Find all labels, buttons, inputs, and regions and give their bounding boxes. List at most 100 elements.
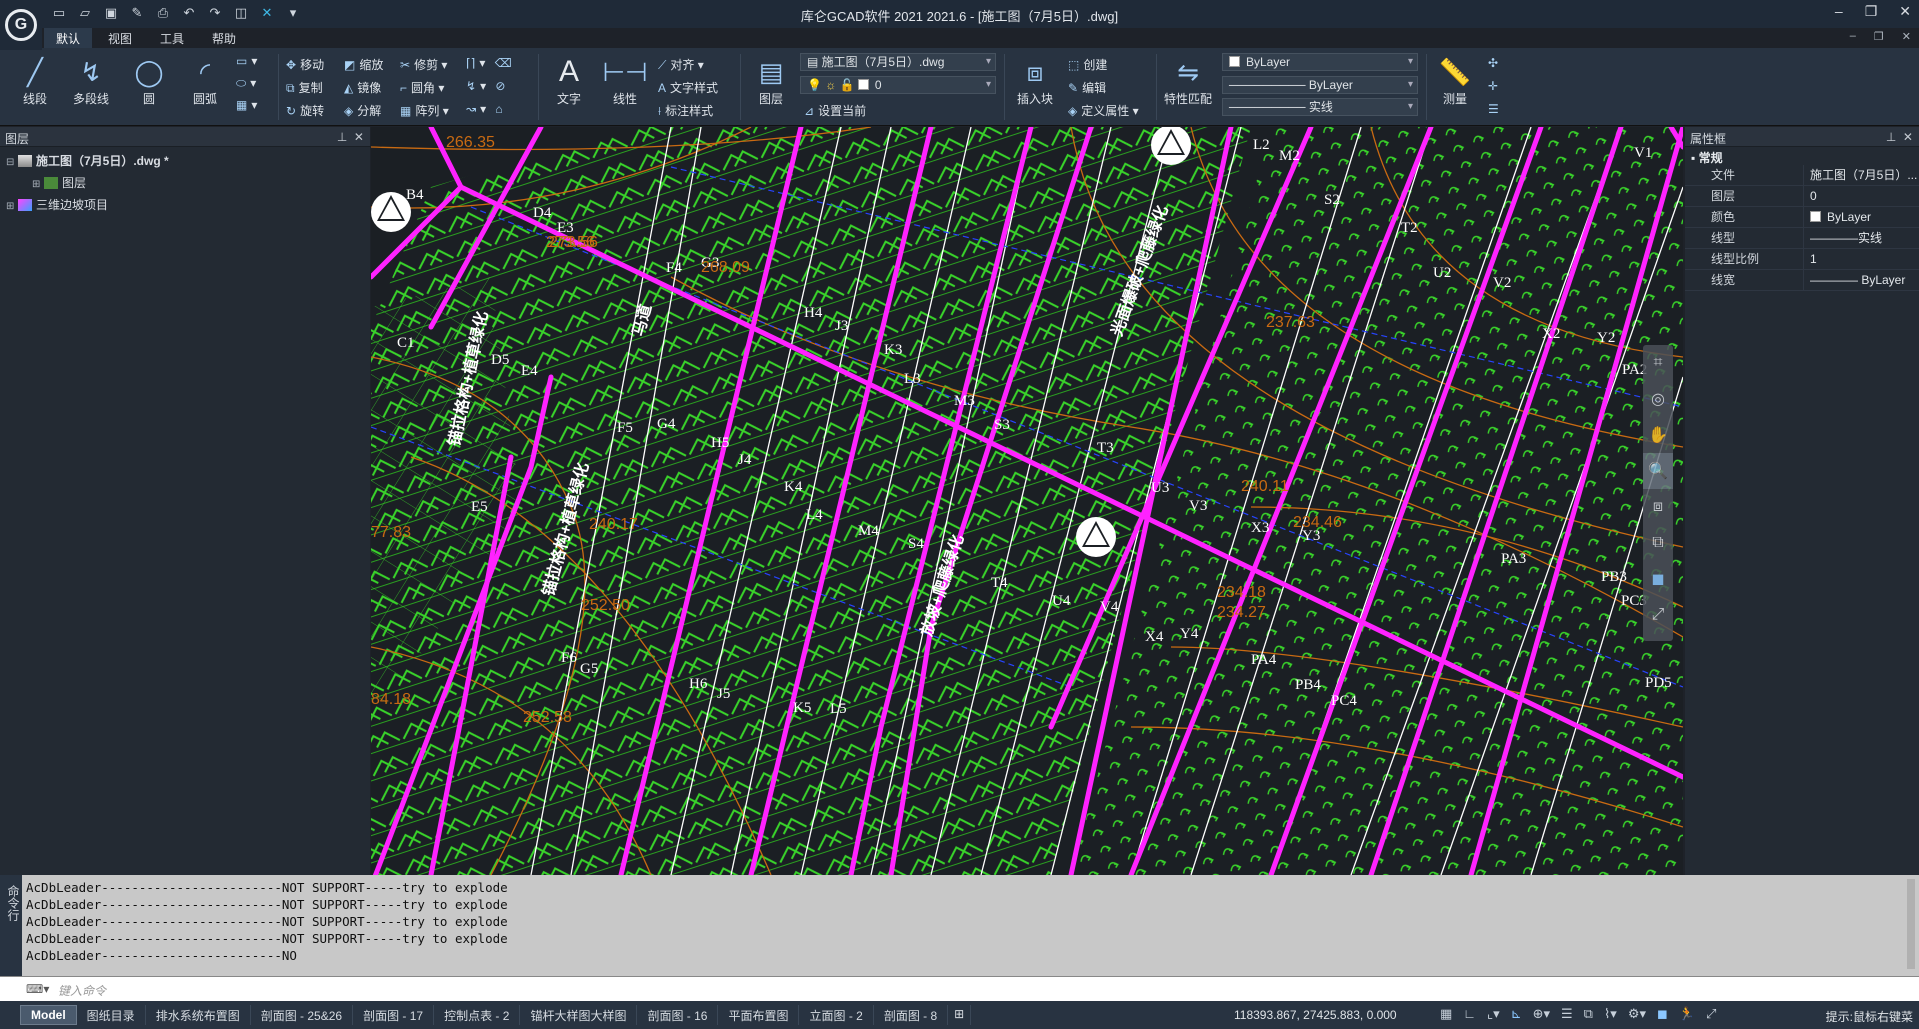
run-icon[interactable]: 🏃 [1679, 1006, 1695, 1022]
isolate-icon[interactable]: ◼ [1657, 1006, 1668, 1022]
app-logo[interactable]: G [0, 0, 42, 50]
cad-drawing[interactable]: B4D4E3F4 G3H4J3K3L3M3L2M2S2T2U2V2X2 Y2V1C1… [371, 127, 1683, 875]
measure-button[interactable]: 📏 测量 [1430, 54, 1480, 107]
layout-tab[interactable]: 剖面图 - 16 [637, 1005, 719, 1025]
close-icon[interactable]: ✕ [1899, 3, 1911, 20]
mirror-button[interactable]: ◭ 镜像 [344, 79, 381, 96]
command-history[interactable]: 命令行 AcDbLeader------------------------NO… [0, 875, 1919, 976]
linetype-combo[interactable]: ───────── ByLayer [1222, 76, 1418, 94]
prop-row-file[interactable]: 文件 施工图（7月5日）... [1685, 165, 1919, 186]
close-file-icon[interactable]: ✕ [258, 4, 276, 22]
tab-help[interactable]: 帮助 [200, 28, 248, 48]
tab-model[interactable]: Model [20, 1005, 77, 1025]
nav-steering-wheel-icon[interactable]: ◎ [1643, 381, 1673, 417]
layout-tab[interactable]: 立面图 - 2 [799, 1005, 874, 1025]
nav-zoom-icon[interactable]: 🔍 [1643, 453, 1673, 489]
layout-tab[interactable]: 剖面图 - 25&26 [251, 1005, 354, 1025]
redo-icon[interactable]: ↷ [206, 4, 224, 22]
move-button[interactable]: ✥ 移动 [286, 56, 324, 73]
tree-item-3d-slope[interactable]: ⊞ 三维边坡项目 [6, 195, 364, 217]
layout-tab[interactable]: 剖面图 - 17 [353, 1005, 435, 1025]
scale-button[interactable]: ◩ 缩放 [344, 56, 383, 73]
prop-row-linetype-scale[interactable]: 线型比例 1 [1685, 249, 1919, 270]
nav-pan-icon[interactable]: ✋ [1643, 417, 1673, 453]
prop-row-linetype[interactable]: 线型 ————实线 [1685, 228, 1919, 249]
command-scrollbar[interactable] [1907, 879, 1915, 969]
explode-button[interactable]: ◈ 分解 [344, 102, 381, 119]
circle-button[interactable]: ◯ 圆 [124, 54, 174, 107]
arc-button[interactable]: ◜ 圆弧 [180, 54, 230, 107]
drawing-canvas[interactable]: B4 D4 E3 F4 G3 H4 J3 K3 L3 M3 L2 M2 S2 T2 U2 V2 X2 Y2 V1 C1… [371, 127, 1683, 875]
fullscreen-icon[interactable]: ⤢ [1706, 1006, 1716, 1022]
offset-icon[interactable]: ↯ ▾ ⊘ [466, 79, 509, 93]
doc-close-icon[interactable]: ✕ [1902, 30, 1911, 43]
utility-icon-1[interactable]: ✣ [1488, 56, 1502, 70]
prop-row-layer[interactable]: 图层 0 [1685, 186, 1919, 207]
expand-icon[interactable]: ⊞ [32, 175, 44, 195]
panel-pin-close-icons[interactable]: ⊥ ✕ [1886, 130, 1913, 144]
text-style-button[interactable]: A 文字样式 [658, 79, 718, 96]
command-prompt-icon[interactable]: ⌨▾ [26, 982, 49, 996]
dim-style-button[interactable]: ⟊ 标注样式 [658, 102, 713, 119]
save-icon[interactable]: ▣ [102, 4, 120, 22]
panel-pin-close-icons[interactable]: ⊥ ✕ [337, 130, 364, 144]
ellipse-icon[interactable]: ⬭ ▾ [236, 76, 256, 91]
join-icon[interactable]: ↝ ▾ ⌂ [466, 102, 507, 116]
current-layer-combo[interactable]: 💡 ☼ 🔓 0 [800, 76, 996, 94]
expand-icon[interactable]: ⊞ [6, 197, 18, 217]
settings-gear-icon[interactable]: ⚙▾ [1628, 1006, 1646, 1022]
saveas-icon[interactable]: ✎ [128, 4, 146, 22]
set-current-button[interactable]: ⊿ 设置当前 [804, 102, 866, 119]
command-input[interactable]: ⌨▾ 键入命令 [0, 976, 1919, 1001]
layout-tab[interactable]: 控制点表 - 2 [434, 1005, 521, 1025]
collapse-section-icon[interactable]: ▪ [1691, 151, 1699, 165]
dropdown-icon[interactable]: ▾ [284, 4, 302, 22]
create-block-button[interactable]: ⬚ 创建 [1068, 56, 1107, 73]
fillet-button[interactable]: ⌐ 圆角 ▾ [400, 79, 444, 96]
add-layout-icon[interactable]: ⊞ [948, 1005, 972, 1025]
nav-view-icon[interactable]: ⧉ [1643, 525, 1673, 561]
polyline-button[interactable]: ↯ 多段线 [66, 54, 116, 107]
color-combo[interactable]: ByLayer [1222, 53, 1418, 71]
nav-cursor-icon[interactable]: ⌗ [1643, 345, 1673, 381]
doc-minimize-icon[interactable]: – [1850, 30, 1856, 43]
print-icon[interactable]: ⎙ [154, 4, 172, 22]
stretch-icon[interactable]: ⌈⌉ ▾ ⌫ [466, 56, 516, 70]
prop-row-color[interactable]: 颜色 ByLayer [1685, 207, 1919, 228]
polar-icon[interactable]: ⊾ [1511, 1006, 1522, 1022]
copy-button[interactable]: ⧉ 复制 [286, 79, 323, 96]
edit-block-button[interactable]: ✎ 编辑 [1068, 79, 1106, 96]
nav-orbit-icon[interactable]: ⧈ [1643, 489, 1673, 525]
rotate-button[interactable]: ↻ 旋转 [286, 102, 324, 119]
ortho-icon[interactable]: ⌞▾ [1487, 1006, 1500, 1022]
linear-dim-button[interactable]: ⊢⊣ 线性 [600, 54, 650, 107]
layout-tab[interactable]: 平面布置图 [718, 1005, 800, 1025]
array-button[interactable]: ▦ 阵列 ▾ [400, 102, 449, 119]
layout-tab[interactable]: 图纸目录 [77, 1005, 146, 1025]
tab-view[interactable]: 视图 [96, 28, 144, 48]
layout-tab[interactable]: 锚杆大样图大样图 [520, 1005, 638, 1025]
lineweight-combo[interactable]: ───────── 实线 [1222, 98, 1418, 116]
new-icon[interactable]: ▭ [50, 4, 68, 22]
lineweight-icon[interactable]: ☰ [1561, 1006, 1573, 1022]
tab-tools[interactable]: 工具 [148, 28, 196, 48]
osnap-icon[interactable]: ⊕▾ [1533, 1006, 1550, 1022]
layout-tab[interactable]: 剖面图 - 8 [874, 1005, 949, 1025]
tree-item-file[interactable]: ⊟ 施工图（7月5日）.dwg * [6, 151, 364, 173]
transparency-icon[interactable]: ⧉ [1584, 1006, 1593, 1022]
tab-default[interactable]: 默认 [44, 28, 93, 48]
open-icon[interactable]: ▱ [76, 4, 94, 22]
trim-button[interactable]: ✂ 修剪 ▾ [400, 56, 447, 73]
minimize-icon[interactable]: – [1835, 3, 1843, 20]
nav-cube-icon[interactable]: ◼ [1643, 561, 1673, 597]
selection-cycle-icon[interactable]: ⌇▾ [1604, 1006, 1617, 1022]
tree-item-layers[interactable]: ⊞ 图层 [6, 173, 364, 195]
line-button[interactable]: ╱ 线段 [10, 54, 60, 107]
plot-icon[interactable]: ◫ [232, 4, 250, 22]
prop-row-lineweight[interactable]: 线宽 ———— ByLayer [1685, 270, 1919, 291]
utility-icon-3[interactable]: ☰ [1488, 102, 1503, 116]
insert-block-button[interactable]: ⧈ 插入块 [1010, 54, 1060, 107]
properties-section-general[interactable]: ▪ 常规 [1685, 147, 1919, 165]
doc-restore-icon[interactable]: ❐ [1874, 30, 1884, 43]
align-button[interactable]: ⟋ 对齐 ▾ [658, 56, 704, 73]
